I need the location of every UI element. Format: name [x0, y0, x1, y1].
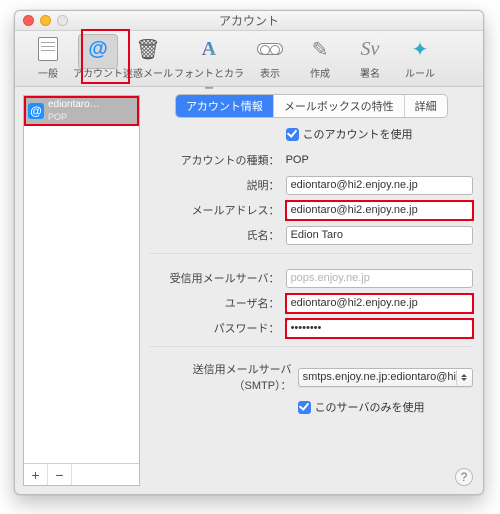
toolbar-general[interactable]: 一般: [23, 35, 73, 80]
checkbox-icon: [286, 128, 299, 141]
minimize-window-button[interactable]: [40, 15, 51, 26]
description-input[interactable]: [286, 176, 473, 195]
incoming-label: 受信用メールサーバ：: [150, 270, 286, 286]
toolbar-label: アカウント: [73, 65, 123, 80]
toolbar-fonts[interactable]: A フォントとカラー: [173, 35, 245, 95]
add-account-button[interactable]: +: [24, 464, 48, 485]
smtp-label: 送信用メールサーバ（SMTP）：: [150, 361, 298, 393]
window-title: アカウント: [219, 14, 279, 28]
zoom-window-button[interactable]: [57, 15, 68, 26]
account-name: ediontaro…: [48, 99, 100, 111]
smtp-server-select[interactable]: smtps.enjoy.ne.jp:ediontaro@hi: [298, 368, 473, 387]
toolbar-composing[interactable]: ✎ 作成: [295, 35, 345, 80]
at-icon: @: [84, 35, 112, 63]
smtp-server-value: smtps.enjoy.ne.jp:ediontaro@hi: [303, 371, 456, 383]
signature-icon: Sv: [356, 35, 384, 63]
at-icon: @: [28, 103, 44, 119]
preferences-toolbar: 一般 @ アカウント 🗑 迷惑メール A フォントとカラー 表示 ✎ 作成 Sv…: [15, 31, 483, 87]
tab-account-info[interactable]: アカウント情報: [176, 95, 273, 117]
general-icon: [34, 35, 62, 63]
smtp-only-checkbox[interactable]: このサーバのみを使用: [298, 399, 425, 415]
toolbar-rules[interactable]: ✦ ルール: [395, 35, 445, 80]
fullname-input[interactable]: [286, 226, 473, 245]
account-kind: POP: [48, 111, 100, 123]
font-icon: A: [195, 35, 223, 63]
incoming-server-input: [286, 269, 473, 288]
accounts-sidebar: @ ediontaro… POP + −: [23, 95, 140, 486]
toolbar-signatures[interactable]: Sv 署名: [345, 35, 395, 80]
enable-account-label: このアカウントを使用: [303, 126, 413, 142]
account-type-label: アカウントの種類：: [150, 152, 286, 168]
fullname-label: 氏名：: [150, 227, 286, 243]
rules-icon: ✦: [406, 35, 434, 63]
junk-icon: 🗑: [134, 35, 162, 63]
sidebar-controls: + −: [24, 463, 139, 485]
titlebar: アカウント: [15, 11, 483, 31]
account-list-item[interactable]: @ ediontaro… POP: [24, 96, 139, 126]
password-label: パスワード：: [150, 320, 286, 336]
tab-mailbox-behaviors[interactable]: メールボックスの特性: [273, 95, 404, 117]
toolbar-label: 迷惑メール: [123, 65, 173, 80]
toolbar-label: 表示: [245, 65, 295, 80]
preferences-window: アカウント 一般 @ アカウント 🗑 迷惑メール A フォントとカラー 表示 ✎…: [14, 10, 484, 495]
tab-advanced[interactable]: 詳細: [404, 95, 447, 117]
detail-tabs: アカウント情報 メールボックスの特性 詳細: [150, 95, 473, 117]
smtp-only-label: このサーバのみを使用: [315, 399, 425, 415]
toolbar-label: 作成: [295, 65, 345, 80]
toolbar-label: ルール: [395, 65, 445, 80]
remove-account-button[interactable]: −: [48, 464, 72, 485]
email-label: メールアドレス：: [150, 202, 286, 218]
username-input[interactable]: [286, 294, 473, 313]
chevron-updown-icon: [456, 370, 470, 385]
toolbar-label: 一般: [23, 65, 73, 80]
toolbar-label: 署名: [345, 65, 395, 80]
compose-icon: ✎: [306, 35, 334, 63]
glasses-icon: [256, 35, 284, 63]
toolbar-junk[interactable]: 🗑 迷惑メール: [123, 35, 173, 80]
enable-account-checkbox[interactable]: このアカウントを使用: [286, 126, 413, 142]
checkbox-icon: [298, 401, 311, 414]
account-type-value: POP: [286, 154, 309, 166]
email-input[interactable]: [286, 201, 473, 220]
account-detail-panel: アカウント情報 メールボックスの特性 詳細 このアカウントを使用 アカウントの種…: [140, 87, 483, 494]
toolbar-viewing[interactable]: 表示: [245, 35, 295, 80]
toolbar-accounts[interactable]: @ アカウント: [73, 35, 123, 80]
username-label: ユーザ名：: [150, 295, 286, 311]
description-label: 説明：: [150, 177, 286, 193]
close-window-button[interactable]: [23, 15, 34, 26]
help-button[interactable]: ?: [455, 468, 473, 486]
password-input[interactable]: [286, 319, 473, 338]
traffic-lights: [23, 15, 68, 26]
